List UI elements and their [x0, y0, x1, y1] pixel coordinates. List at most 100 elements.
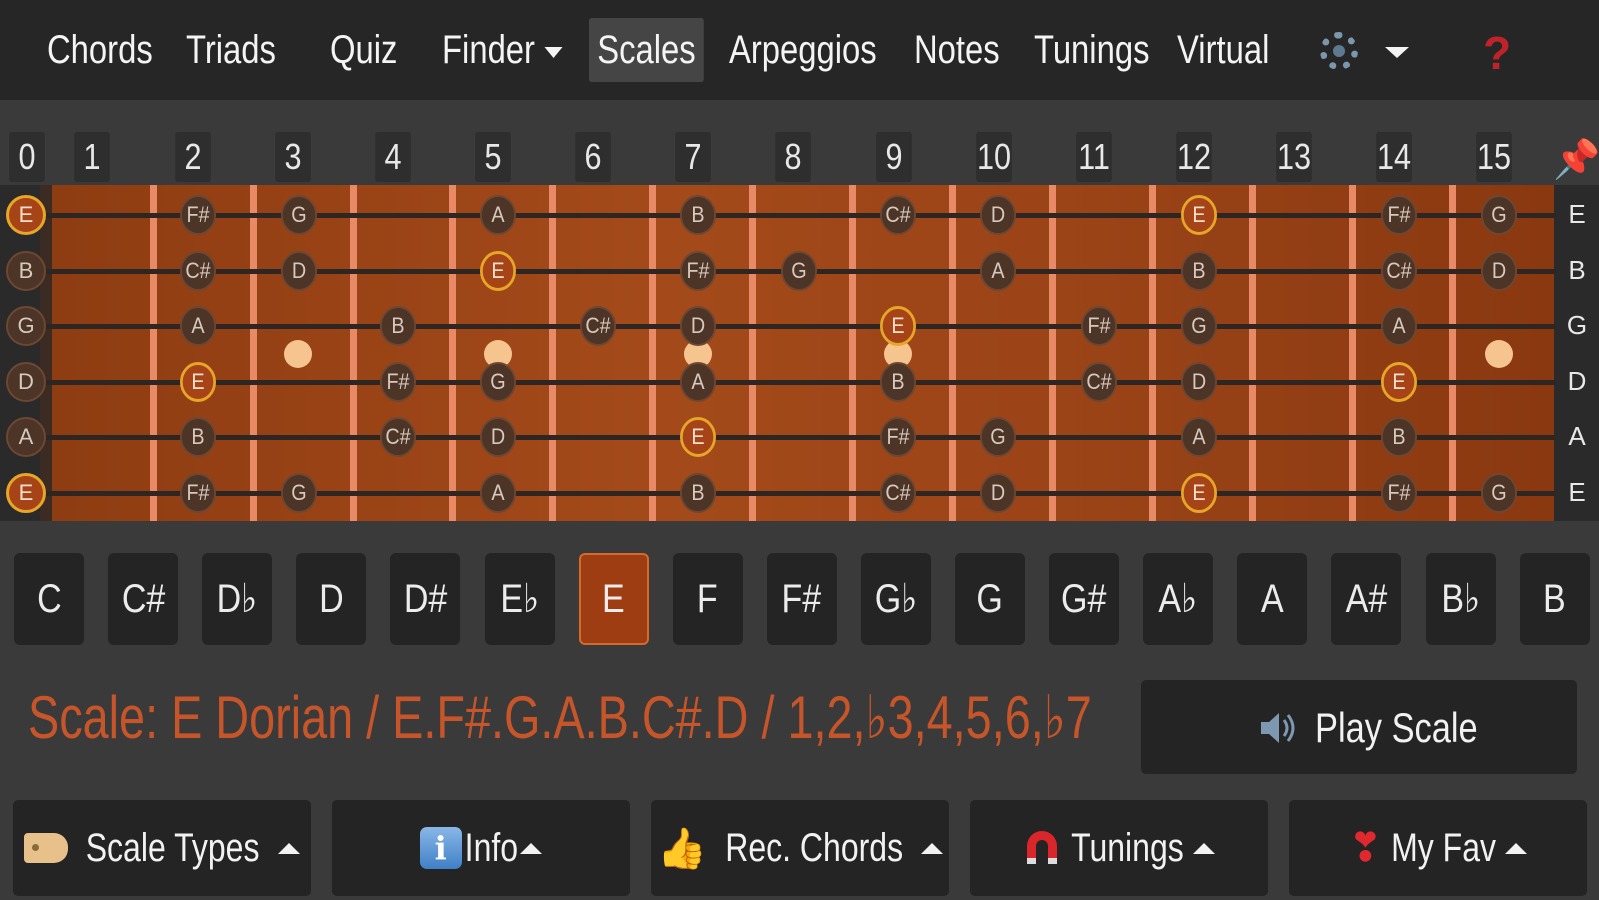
key-button[interactable]: D [296, 553, 367, 645]
fretboard-note[interactable]: A [1381, 306, 1417, 346]
fretboard-note[interactable]: D [1481, 251, 1517, 291]
fretboard-note[interactable]: F# [680, 251, 716, 291]
key-button[interactable]: F# [766, 553, 837, 645]
fretboard-note[interactable]: G [480, 362, 516, 402]
nav-virtual[interactable]: Virtual [1177, 18, 1269, 82]
fretboard-note[interactable]: D [1181, 362, 1217, 402]
key-button[interactable]: D♭ [202, 553, 273, 645]
key-button[interactable]: G♭ [860, 553, 931, 645]
fretboard-note[interactable]: A [1181, 417, 1217, 457]
key-button-label: D♭ [216, 577, 258, 621]
key-button[interactable]: B [1519, 553, 1590, 645]
fretboard-note[interactable]: B [680, 195, 716, 235]
fretboard-note[interactable]: E [880, 306, 916, 346]
open-string-note[interactable]: B [6, 251, 46, 291]
fretboard-note[interactable]: C# [580, 306, 616, 346]
nav-arpeggios[interactable]: Arpeggios [729, 18, 877, 82]
fretboard-note[interactable]: C# [180, 251, 216, 291]
fretboard-note[interactable]: A [180, 306, 216, 346]
fretboard-note[interactable]: D [480, 417, 516, 457]
nav-finder[interactable]: Finder [442, 18, 563, 82]
gear-icon[interactable] [1320, 32, 1358, 70]
fretboard-note[interactable]: F# [1081, 306, 1117, 346]
fretboard-note[interactable]: B [880, 362, 916, 402]
tab-my-fav[interactable]: ❣ My Fav [1289, 800, 1587, 896]
fretboard-note[interactable]: G [281, 473, 317, 513]
key-button[interactable]: D# [390, 553, 461, 645]
nav-notes[interactable]: Notes [914, 18, 1000, 82]
nav-chords[interactable]: Chords [47, 18, 153, 82]
fretboard-note[interactable]: G [1481, 195, 1517, 235]
key-button-label: E♭ [500, 577, 539, 621]
tab-info-label: Info [464, 825, 518, 870]
key-button[interactable]: E♭ [484, 553, 555, 645]
key-button[interactable]: F [672, 553, 743, 645]
fretboard-note[interactable]: E [180, 362, 216, 402]
fretboard-note[interactable]: F# [880, 417, 916, 457]
fretboard-note[interactable]: A [480, 195, 516, 235]
fretboard-note[interactable]: B [180, 417, 216, 457]
fretboard-note[interactable]: A [480, 473, 516, 513]
key-button[interactable]: C# [108, 553, 179, 645]
fretboard-note[interactable]: C# [880, 195, 916, 235]
fretboard-note[interactable]: C# [1381, 251, 1417, 291]
key-button[interactable]: A [1237, 553, 1308, 645]
fretboard-note[interactable]: C# [880, 473, 916, 513]
nav-tunings[interactable]: Tunings [1034, 18, 1149, 82]
fretboard-note[interactable]: F# [1381, 195, 1417, 235]
open-string-note[interactable]: G [6, 306, 46, 346]
fretboard-note[interactable]: F# [180, 473, 216, 513]
key-button[interactable]: E [578, 553, 649, 645]
open-string-note[interactable]: E [6, 473, 46, 513]
fretboard-note[interactable]: E [680, 417, 716, 457]
fretboard-note[interactable]: F# [1381, 473, 1417, 513]
open-string-note[interactable]: E [6, 195, 46, 235]
fretboard-note[interactable]: B [380, 306, 416, 346]
tab-tunings[interactable]: Tunings [970, 800, 1268, 896]
fretboard-note[interactable]: E [1381, 362, 1417, 402]
fretboard-note[interactable]: E [1181, 473, 1217, 513]
key-button[interactable]: C [14, 553, 84, 645]
tab-rec-chords[interactable]: 👍 Rec. Chords [651, 800, 949, 896]
nav-triads[interactable]: Triads [186, 18, 276, 82]
key-button[interactable]: G# [1049, 553, 1120, 645]
fretboard-note[interactable]: F# [380, 362, 416, 402]
fretboard-note[interactable]: G [781, 251, 817, 291]
fretboard-note[interactable]: D [980, 195, 1016, 235]
tab-info[interactable]: i Info [332, 800, 630, 896]
fret-wire [449, 185, 456, 521]
fretboard-note[interactable]: G [281, 195, 317, 235]
key-button[interactable]: G [955, 553, 1025, 645]
open-string-note[interactable]: D [6, 362, 46, 402]
fretboard-note[interactable]: E [480, 251, 516, 291]
fretboard-note[interactable]: F# [180, 195, 216, 235]
fretboard-note[interactable]: B [1181, 251, 1217, 291]
tag-icon [24, 833, 69, 863]
fretboard-note[interactable]: D [980, 473, 1016, 513]
speaker-icon [1261, 713, 1295, 743]
fretboard-note[interactable]: D [281, 251, 317, 291]
open-string-note[interactable]: A [6, 417, 46, 457]
fret-wire [749, 185, 756, 521]
pin-icon[interactable]: 📌 [1553, 138, 1599, 182]
fretboard-note[interactable]: B [1381, 417, 1417, 457]
help-button[interactable]: ? [1483, 26, 1511, 80]
fretboard-note[interactable]: D [680, 306, 716, 346]
fretboard-note[interactable]: E [1181, 195, 1217, 235]
fretboard-note[interactable]: C# [1081, 362, 1117, 402]
fretboard-note[interactable]: G [980, 417, 1016, 457]
tab-scale-types[interactable]: Scale Types [13, 800, 311, 896]
fretboard-note[interactable]: B [680, 473, 716, 513]
play-scale-button[interactable]: Play Scale [1141, 680, 1577, 774]
chevron-down-icon[interactable] [1385, 47, 1409, 58]
key-button[interactable]: B♭ [1425, 553, 1496, 645]
nav-scales[interactable]: Scales [589, 18, 704, 82]
fretboard-note[interactable]: G [1181, 306, 1217, 346]
fretboard-note[interactable]: G [1481, 473, 1517, 513]
fretboard-note[interactable]: C# [380, 417, 416, 457]
fretboard-note[interactable]: A [680, 362, 716, 402]
key-button[interactable]: A♭ [1143, 553, 1214, 645]
nav-quiz[interactable]: Quiz [330, 18, 397, 82]
key-button[interactable]: A# [1331, 553, 1402, 645]
fretboard-note[interactable]: A [980, 251, 1016, 291]
